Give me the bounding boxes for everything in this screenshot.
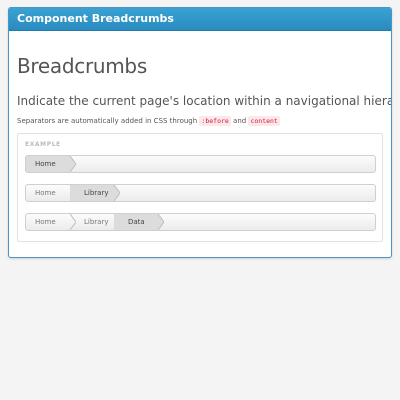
breadcrumb-item-library[interactable]: Library xyxy=(70,214,120,230)
lead-text: Indicate the current page's location wit… xyxy=(17,94,392,108)
breadcrumb-label: Library xyxy=(84,189,109,197)
breadcrumb-label: Home xyxy=(35,218,56,226)
breadcrumb: Home Library Data xyxy=(25,213,376,231)
page-title: Breadcrumbs xyxy=(17,54,147,78)
example-box: EXAMPLE Home Home Library Home Library Data xyxy=(17,133,383,242)
breadcrumb: Home xyxy=(25,155,376,173)
code-content: content xyxy=(248,116,280,126)
breadcrumb-label: Home xyxy=(35,189,56,197)
separator-note: Separators are automatically added in CS… xyxy=(17,116,280,126)
panel-title: Component Breadcrumbs xyxy=(9,8,391,31)
breadcrumb-item-library[interactable]: Library xyxy=(70,185,120,201)
code-before: :before xyxy=(199,116,231,126)
component-panel: Component Breadcrumbs Breadcrumbs Indica… xyxy=(8,7,392,258)
breadcrumb-item-home[interactable]: Home xyxy=(26,156,76,172)
example-label: EXAMPLE xyxy=(25,141,61,148)
breadcrumb-label: Home xyxy=(35,160,56,168)
breadcrumb-item-home[interactable]: Home xyxy=(26,185,76,201)
breadcrumb-item-data[interactable]: Data xyxy=(114,214,164,230)
breadcrumb-label: Library xyxy=(84,218,109,226)
note-middle: and xyxy=(230,117,249,125)
breadcrumb-item-home[interactable]: Home xyxy=(26,214,76,230)
breadcrumb: Home Library xyxy=(25,184,376,202)
breadcrumb-label: Data xyxy=(128,218,145,226)
note-prefix: Separators are automatically added in CS… xyxy=(17,117,200,125)
